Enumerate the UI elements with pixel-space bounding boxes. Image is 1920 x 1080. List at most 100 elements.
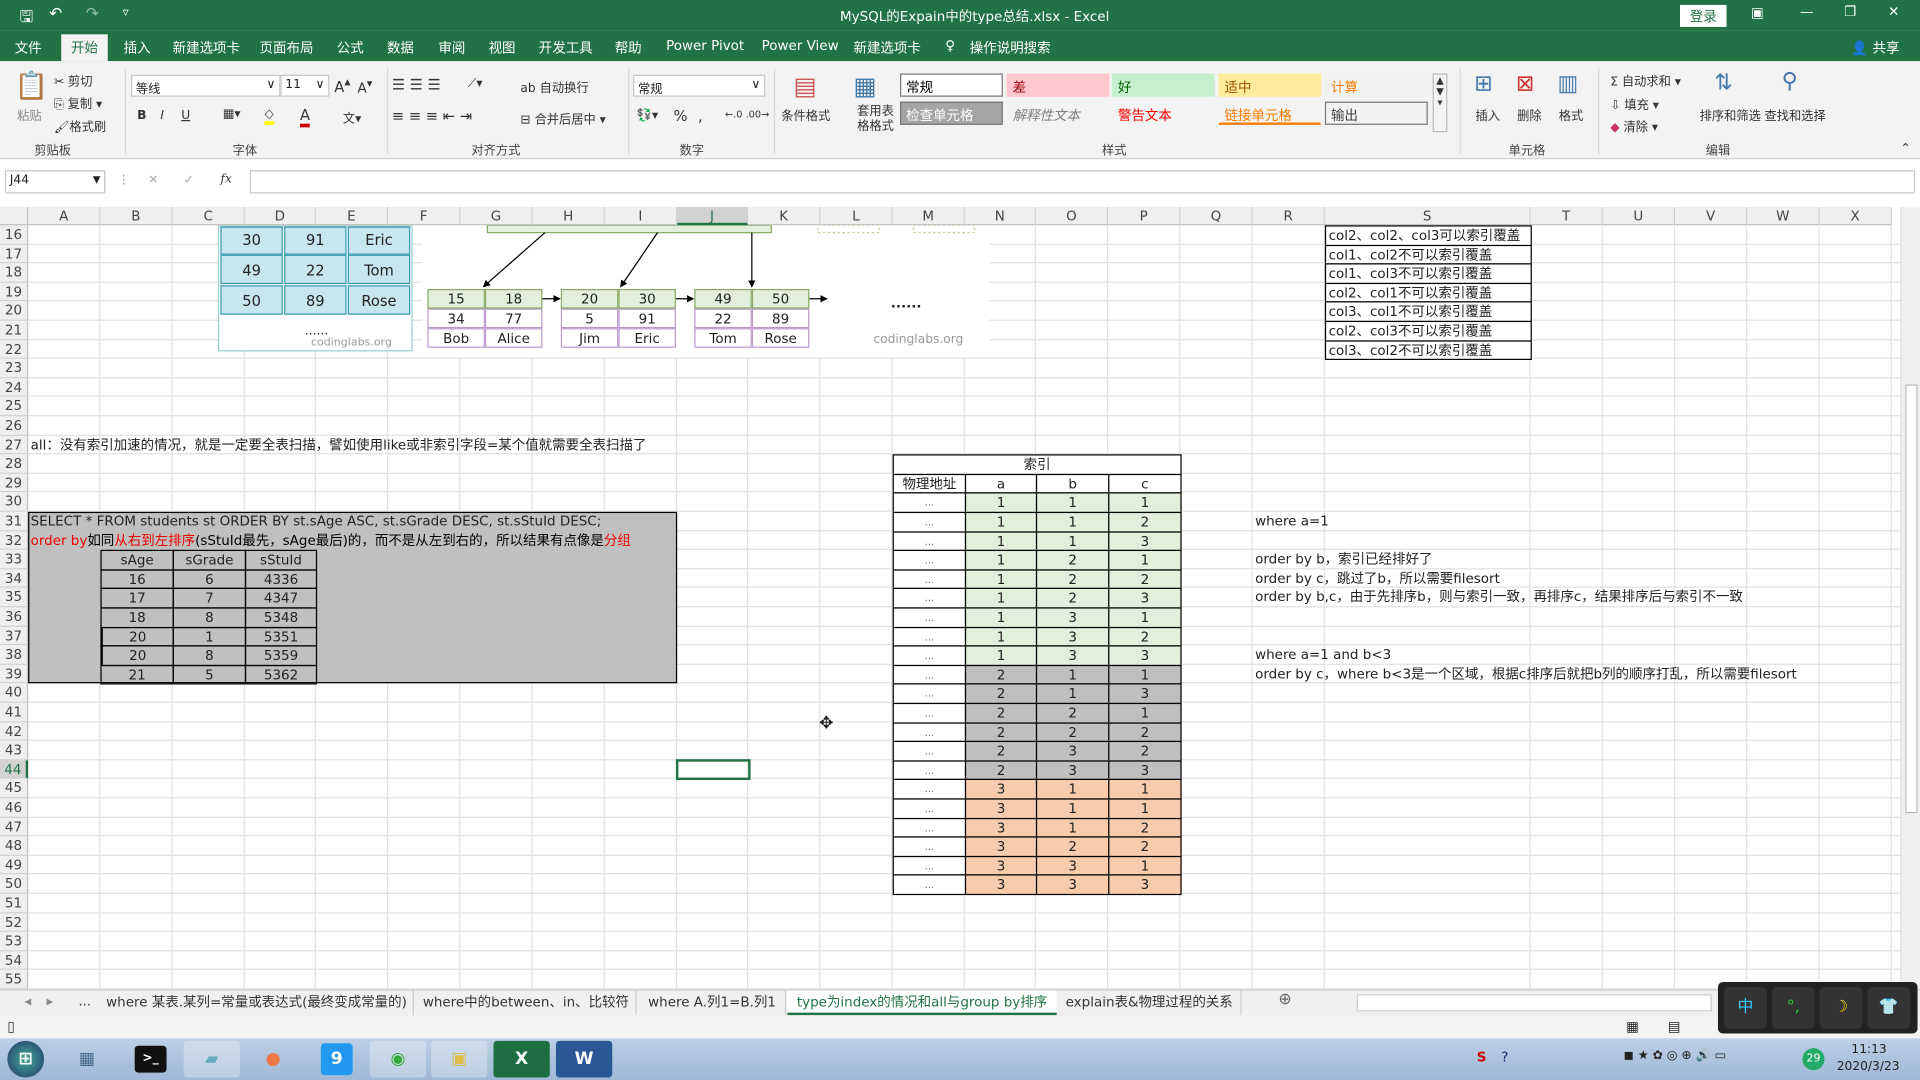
column-header-I[interactable]: I	[604, 206, 678, 226]
row-header-35[interactable]: 35	[0, 588, 29, 608]
row-header-55[interactable]: 55	[0, 970, 29, 990]
spreadsheet-grid[interactable]: A B C D E F G H I J K L M N O P Q R S T U V W X 16 17 18 19 20 21 22 23…	[0, 206, 1920, 990]
autosum-button[interactable]: Σ 自动求和 ▾	[1610, 71, 1681, 89]
row-header-51[interactable]: 51	[0, 893, 29, 913]
font-size-select[interactable]: 11 ∨	[280, 74, 330, 97]
align-top-icon[interactable]: ☰ ☰ ☰	[392, 76, 441, 93]
cell-style-2[interactable]: 好	[1111, 73, 1215, 97]
column-header-Q[interactable]: Q	[1180, 206, 1253, 226]
format-cells-icon[interactable]: ▥	[1558, 71, 1579, 97]
decimal-icons[interactable]: ←.0 .00→	[725, 109, 769, 120]
column-header-B[interactable]: B	[100, 206, 173, 226]
format-table-icon[interactable]: ▦	[853, 71, 876, 100]
cell-style-6[interactable]: 解释性文本	[1006, 101, 1110, 125]
column-header-A[interactable]: A	[28, 206, 101, 226]
find-select-icon[interactable]: ⚲	[1782, 69, 1798, 95]
taskbar-cmd-icon[interactable]: >_	[134, 1045, 167, 1073]
sogou-icon[interactable]: S	[1477, 1049, 1487, 1065]
row-header-48[interactable]: 48	[0, 836, 29, 856]
column-header-P[interactable]: P	[1108, 206, 1181, 226]
ribbon-display-icon[interactable]: ▣	[1751, 5, 1764, 21]
sheet-tab-1[interactable]: where中的between、in、比较符	[416, 990, 637, 1016]
column-header-L[interactable]: L	[820, 206, 893, 226]
underline-button[interactable]: U	[181, 109, 190, 122]
tab-scroll-right-icon[interactable]: ▸	[47, 993, 54, 1009]
taskbar-word-icon[interactable]: W	[555, 1040, 613, 1078]
column-header-K[interactable]: K	[748, 206, 821, 226]
selected-cell[interactable]	[675, 758, 751, 781]
column-header-S[interactable]: S	[1324, 206, 1531, 226]
cell-style-7[interactable]: 警告文本	[1111, 101, 1215, 125]
row-header-41[interactable]: 41	[0, 702, 29, 722]
paste-icon[interactable]: 📋	[15, 71, 49, 102]
grow-font-button[interactable]: A▴	[334, 76, 350, 96]
customize-qat-icon[interactable]: ▿	[122, 6, 128, 19]
percent-button[interactable]: %	[673, 108, 687, 125]
row-header-40[interactable]: 40	[0, 683, 29, 703]
column-header-H[interactable]: H	[532, 206, 605, 226]
tab-0[interactable]: 文件	[15, 38, 42, 58]
column-header-W[interactable]: W	[1747, 206, 1820, 226]
copy-button[interactable]: ⎘ 复制 ▾	[54, 93, 102, 111]
taskbar-explorer-icon[interactable]: ▣	[431, 1040, 488, 1078]
format-table-button[interactable]: 套用表格格式	[857, 105, 894, 134]
italic-button[interactable]: I	[160, 109, 164, 122]
vertical-scrollbar[interactable]	[1900, 206, 1920, 990]
login-button[interactable]: 登录	[1680, 4, 1727, 27]
font-name-select[interactable]: 等线 ∨	[131, 74, 281, 97]
scrollbar-thumb[interactable]	[1905, 384, 1918, 814]
fill-color-icon[interactable]: ◇	[264, 108, 274, 125]
ime-button-3[interactable]: 👕	[1867, 986, 1911, 1029]
row-header-33[interactable]: 33	[0, 550, 29, 570]
row-header-25[interactable]: 25	[0, 397, 29, 417]
column-header-C[interactable]: C	[172, 206, 245, 226]
column-header-M[interactable]: M	[892, 206, 965, 226]
taskbar-excel-icon[interactable]: X	[493, 1040, 550, 1078]
column-header-G[interactable]: G	[460, 206, 533, 226]
cell-style-1[interactable]: 差	[1006, 73, 1110, 97]
close-button[interactable]: ✕	[1888, 4, 1899, 20]
row-header-21[interactable]: 21	[0, 320, 29, 340]
tab-11[interactable]: Power Pivot	[666, 38, 744, 54]
row-header-26[interactable]: 26	[0, 416, 29, 436]
tab-8[interactable]: 视图	[489, 38, 516, 58]
tab-5[interactable]: 公式	[337, 38, 364, 58]
column-header-D[interactable]: D	[244, 206, 316, 226]
row-header-18[interactable]: 18	[0, 263, 29, 283]
horizontal-scrollbar[interactable]	[1356, 994, 1712, 1012]
help-icon[interactable]: ?	[1501, 1049, 1508, 1065]
delete-cells-button[interactable]: 删除	[1517, 105, 1541, 123]
sort-filter-icon[interactable]: ⇅	[1714, 70, 1732, 96]
row-header-29[interactable]: 29	[0, 473, 29, 493]
insert-function-button[interactable]: fx	[220, 173, 231, 186]
font-color-icon[interactable]: A	[300, 107, 311, 128]
row-header-28[interactable]: 28	[0, 454, 29, 474]
clear-button[interactable]: ◆ 清除 ▾	[1610, 116, 1658, 134]
tab-6[interactable]: 数据	[387, 38, 414, 58]
find-select-button[interactable]: 查找和选择	[1764, 105, 1825, 123]
sheet-tab-2[interactable]: where A.列1=B.列1	[639, 990, 787, 1016]
merge-center-button[interactable]: ⊟ 合并后居中 ▾	[520, 109, 605, 127]
sort-filter-button[interactable]: 排序和筛选	[1700, 105, 1761, 123]
tab-12[interactable]: Power View	[762, 38, 839, 54]
tell-me-search[interactable]: 操作说明搜索	[970, 38, 1051, 58]
row-header-30[interactable]: 30	[0, 492, 29, 512]
currency-icon[interactable]: 💱▾	[637, 109, 658, 122]
row-header-50[interactable]: 50	[0, 874, 29, 894]
tab-9[interactable]: 开发工具	[539, 38, 593, 58]
cell-style-0[interactable]: 常规	[900, 73, 1003, 97]
row-header-34[interactable]: 34	[0, 569, 29, 589]
minimize-button[interactable]: —	[1800, 4, 1813, 20]
row-header-24[interactable]: 24	[0, 378, 29, 398]
notification-badge[interactable]: 29	[1802, 1048, 1825, 1071]
row-header-45[interactable]: 45	[0, 779, 29, 799]
column-header-J[interactable]: J	[677, 206, 749, 226]
start-button[interactable]: ⊞	[7, 1040, 45, 1078]
cell-style-4[interactable]: 计算	[1324, 73, 1428, 97]
tab-13[interactable]: 新建选项卡	[853, 38, 920, 58]
normal-view-icon[interactable]: ▦	[1626, 1019, 1639, 1035]
conditional-format-icon[interactable]: ▤	[793, 71, 816, 100]
undo-icon[interactable]: ↶	[49, 5, 62, 23]
comma-button[interactable]: ,	[698, 108, 703, 125]
row-header-49[interactable]: 49	[0, 855, 29, 875]
